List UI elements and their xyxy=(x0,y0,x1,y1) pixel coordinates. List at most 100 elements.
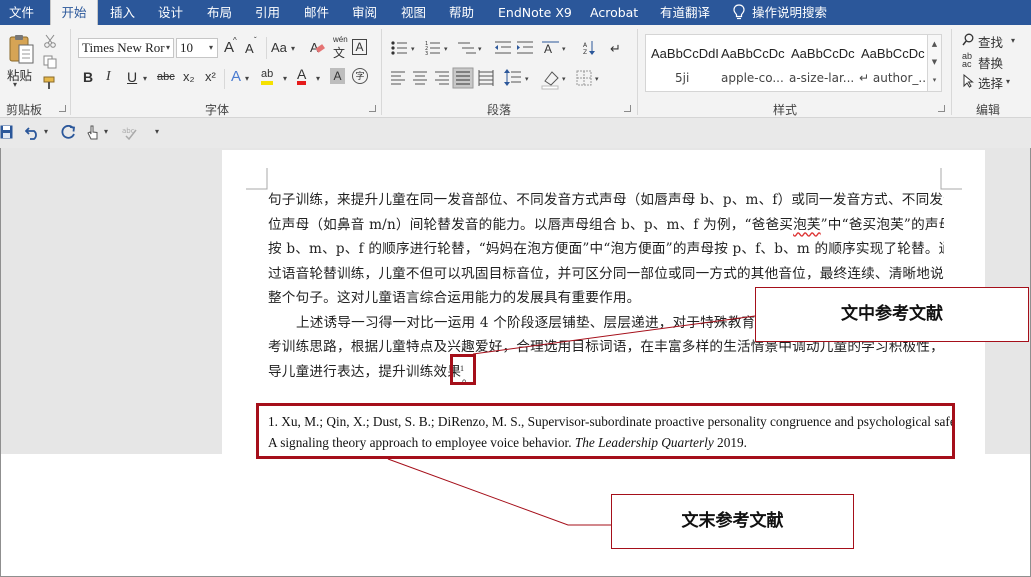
numbering-dropdown-icon: ▾ xyxy=(444,45,448,53)
paste-icon[interactable] xyxy=(7,33,35,65)
tab-acrobat[interactable]: Acrobat xyxy=(590,0,638,25)
paragraph-line: 位声母（如鼻音 m/n）间轮替发音的能力。以唇声母组合 b、p、m、f 为例，“… xyxy=(268,213,944,238)
phonetic-guide-button[interactable]: 文 xyxy=(333,44,345,61)
select-button[interactable]: 选择 xyxy=(978,73,1003,92)
paragraph-tools: ▾ 123 ▾ ▾ A ▾ AZ ↵ ▾ ▾ ▾ xyxy=(391,41,621,90)
paste-button[interactable]: 粘贴 xyxy=(7,65,32,84)
underline-dropdown-icon[interactable]: ▾ xyxy=(143,74,147,83)
customize-toolbar-icon[interactable]: ▾ xyxy=(155,127,159,136)
increase-indent-icon[interactable] xyxy=(517,41,533,54)
scroll-down-icon[interactable]: ▼ xyxy=(928,53,941,71)
font-size-dropdown-icon[interactable]: ▾ xyxy=(209,43,213,52)
tab-references[interactable]: 引用 xyxy=(255,0,280,25)
chinese-layout-icon[interactable]: A xyxy=(542,41,559,56)
clipboard-launcher-icon[interactable] xyxy=(59,105,66,112)
change-case-button[interactable]: Aa xyxy=(271,40,287,55)
font-color-dropdown-icon[interactable]: ▾ xyxy=(316,74,320,83)
strikethrough-button[interactable]: abc xyxy=(157,71,175,83)
numbering-icon[interactable]: 123 xyxy=(425,41,440,57)
font-color-button[interactable]: A xyxy=(297,67,307,85)
change-case-dropdown-icon[interactable]: ▾ xyxy=(291,44,295,53)
distributed-icon[interactable] xyxy=(478,70,494,86)
touch-mode-dropdown-icon[interactable]: ▾ xyxy=(104,127,108,136)
redo-icon[interactable] xyxy=(61,125,76,140)
replace-icon: ab ac xyxy=(962,51,973,69)
save-icon[interactable] xyxy=(0,125,13,139)
font-name-dropdown-icon[interactable]: ▾ xyxy=(166,43,170,52)
clipboard-group-label: 剪贴板 xyxy=(6,103,43,117)
touch-mode-icon[interactable] xyxy=(86,124,100,141)
multilevel-list-icon[interactable] xyxy=(458,42,476,54)
find-button[interactable]: 查找 xyxy=(978,32,1003,51)
italic-button[interactable]: I xyxy=(106,69,111,85)
tab-review[interactable]: 审阅 xyxy=(352,0,377,25)
tell-me-search[interactable]: 操作说明搜索 xyxy=(752,0,827,25)
cut-icon[interactable] xyxy=(43,34,57,48)
style-sample-apple[interactable]: AaBbCcDc xyxy=(721,46,785,61)
align-center-icon[interactable] xyxy=(413,71,427,85)
sort-icon[interactable]: AZ xyxy=(583,41,595,56)
style-sample-5ji[interactable]: AaBbCcDdI xyxy=(651,46,719,61)
character-border-button[interactable]: A xyxy=(352,39,367,55)
select-dropdown-icon[interactable]: ▾ xyxy=(1006,77,1010,86)
tab-view[interactable]: 视图 xyxy=(401,0,426,25)
style-name-5ji[interactable]: 5ji xyxy=(675,71,689,85)
decrease-indent-icon[interactable] xyxy=(495,41,511,54)
paragraph-launcher-icon[interactable] xyxy=(624,105,631,112)
font-launcher-icon[interactable] xyxy=(369,105,376,112)
underline-button[interactable]: U xyxy=(127,69,137,85)
text-effects-dropdown-icon[interactable]: ▾ xyxy=(245,74,249,83)
copy-icon[interactable] xyxy=(43,55,57,69)
tab-endnote[interactable]: EndNote X9 xyxy=(498,0,572,25)
styles-gallery: AaBbCcDdI 5ji AaBbCcDc apple-co... AaBbC… xyxy=(645,34,942,92)
style-name-size[interactable]: a-size-lar... xyxy=(789,71,854,85)
highlight-button[interactable]: ab xyxy=(261,68,274,85)
subscript-button[interactable]: x₂ xyxy=(183,69,195,84)
scroll-up-icon[interactable]: ▲ xyxy=(928,35,941,53)
undo-icon[interactable] xyxy=(25,125,41,140)
justify-icon[interactable] xyxy=(452,67,474,89)
tab-design[interactable]: 设计 xyxy=(158,0,183,25)
bullets-icon[interactable] xyxy=(391,41,407,55)
paste-dropdown-icon[interactable]: ▾ xyxy=(13,80,17,89)
lightbulb-icon xyxy=(733,4,745,20)
format-painter-icon[interactable] xyxy=(43,76,59,90)
styles-launcher-icon[interactable] xyxy=(938,105,945,112)
tab-file[interactable]: 文件 xyxy=(9,0,34,25)
style-sample-size[interactable]: AaBbCcDc xyxy=(791,46,855,61)
text-effects-button[interactable]: A xyxy=(231,68,241,85)
find-dropdown-icon[interactable]: ▾ xyxy=(1011,36,1015,45)
shading-icon[interactable] xyxy=(541,71,559,90)
style-name-author[interactable]: ↵ author_... xyxy=(859,71,930,85)
margin-corner-mark xyxy=(246,168,268,190)
spelling-check-icon[interactable]: abc xyxy=(122,125,138,140)
style-name-apple[interactable]: apple-co... xyxy=(721,71,784,85)
tab-home[interactable]: 开始 xyxy=(50,0,98,25)
spelling-error-word[interactable]: 泡芙 xyxy=(793,217,821,233)
shrink-font-button[interactable]: A xyxy=(245,41,254,56)
styles-scroll[interactable]: ▲ ▼ ▾ xyxy=(927,35,941,91)
superscript-button[interactable]: x² xyxy=(205,69,216,84)
align-left-icon[interactable] xyxy=(391,71,405,85)
tab-youdao[interactable]: 有道翻译 xyxy=(660,0,710,25)
svg-text:Z: Z xyxy=(583,49,587,56)
more-styles-icon[interactable]: ▾ xyxy=(928,71,941,89)
font-name-box[interactable]: Times New Ror xyxy=(78,38,174,58)
character-shading-button[interactable]: A xyxy=(330,68,345,84)
replace-button[interactable]: 替换 xyxy=(978,53,1003,72)
tab-insert[interactable]: 插入 xyxy=(110,0,135,25)
tab-layout[interactable]: 布局 xyxy=(207,0,232,25)
undo-dropdown-icon[interactable]: ▾ xyxy=(44,127,48,136)
grow-font-arrow-icon: ^ xyxy=(233,36,237,45)
style-sample-author[interactable]: AaBbCcDc xyxy=(861,46,925,61)
highlight-dropdown-icon[interactable]: ▾ xyxy=(283,74,287,83)
tab-mailings[interactable]: 邮件 xyxy=(304,0,329,25)
enclose-characters-button[interactable]: 字 xyxy=(352,68,368,84)
align-right-icon[interactable] xyxy=(435,71,449,85)
line-spacing-icon[interactable] xyxy=(504,69,521,86)
borders-icon[interactable] xyxy=(576,70,592,86)
tab-help[interactable]: 帮助 xyxy=(449,0,474,25)
bold-button[interactable]: B xyxy=(83,69,93,85)
clear-formatting-icon[interactable]: A xyxy=(309,39,325,55)
show-marks-icon[interactable]: ↵ xyxy=(610,42,621,57)
